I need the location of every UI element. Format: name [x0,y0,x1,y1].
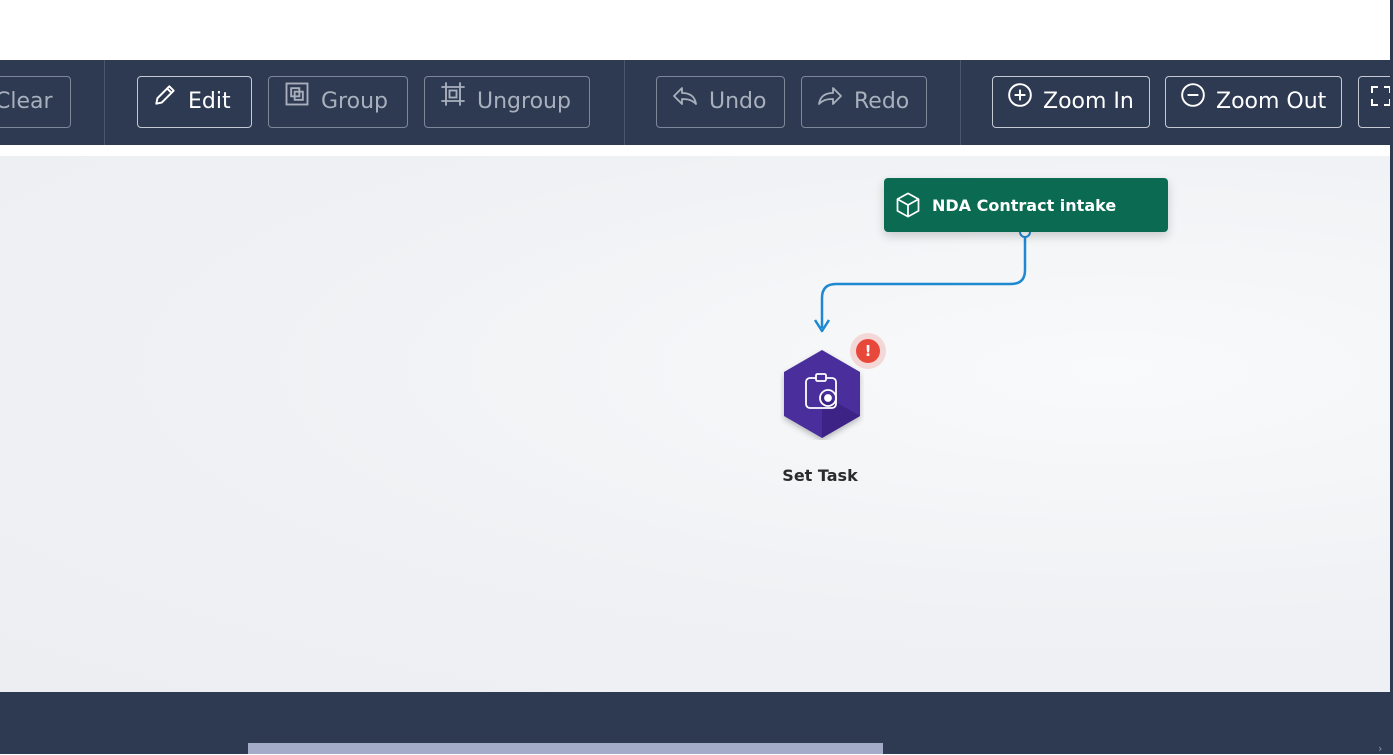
task-hexagon [784,350,860,438]
flow-connector [813,226,1031,333]
task-node-label: Set Task [782,466,858,485]
task-node[interactable] [780,348,864,440]
start-node-label: NDA Contract intake [932,195,1117,215]
horizontal-scrollbar-thumb[interactable] [248,743,883,754]
error-badge[interactable]: ! [850,333,886,369]
cube-icon [894,191,922,219]
alert-icon: ! [856,339,880,363]
scroll-right-icon[interactable]: › [1378,742,1382,755]
start-node[interactable]: NDA Contract intake [884,178,1168,232]
